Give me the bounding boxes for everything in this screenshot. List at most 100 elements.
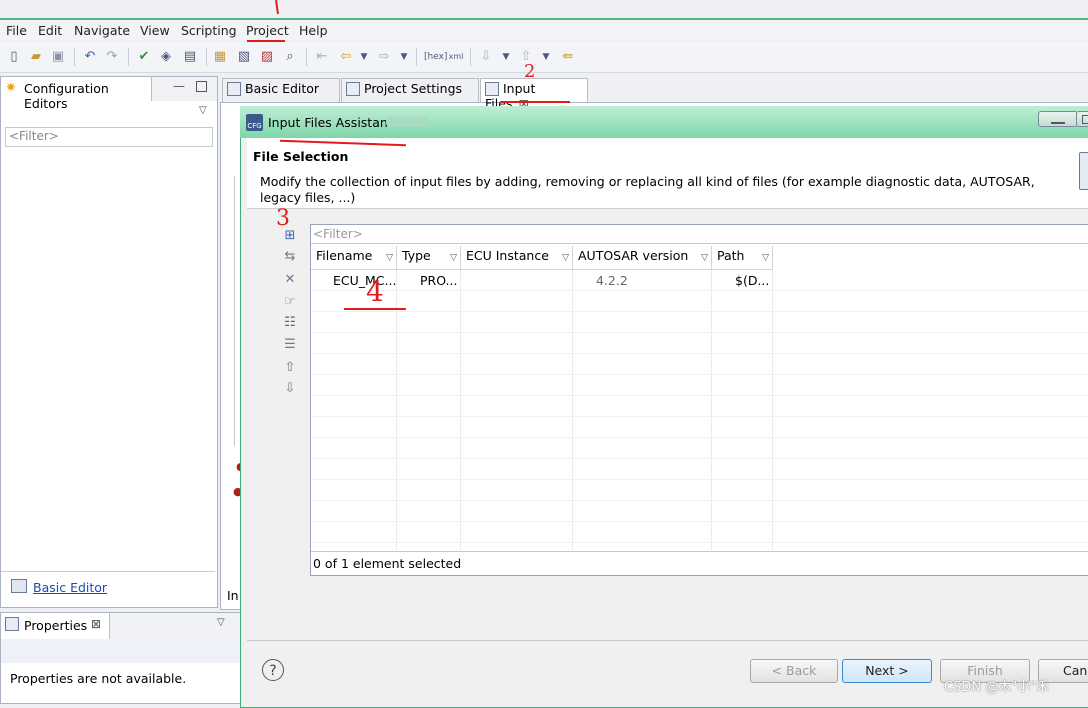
dialog-title-bar: CFG Input Files Assistant	[240, 106, 1088, 138]
move-down-icon[interactable]: ⇩	[282, 381, 298, 397]
uncheck-list-icon[interactable]: ☰	[282, 337, 298, 353]
xml-icon[interactable]: xml	[448, 49, 464, 65]
properties-message: Properties are not available.	[10, 671, 187, 686]
menu-help[interactable]: Help	[299, 23, 328, 38]
import-icon[interactable]: ⇩	[478, 49, 494, 65]
close-icon[interactable]: ⊠	[91, 617, 101, 631]
back-nav-icon[interactable]: ⇤	[314, 49, 330, 65]
next-button[interactable]: Next >	[842, 659, 932, 683]
filter-icon[interactable]: ▽	[450, 248, 457, 268]
back-button[interactable]: < Back	[750, 659, 838, 683]
back-icon[interactable]: ⇦	[338, 49, 354, 65]
tab-basic-editor[interactable]: Basic Editor	[222, 78, 340, 102]
table-row	[311, 480, 1088, 501]
undo-icon[interactable]: ↶	[82, 49, 98, 65]
table-row	[311, 417, 1088, 438]
blurred-text	[386, 117, 428, 127]
editor-icon[interactable]: ▨	[259, 49, 275, 65]
panel-title: Configuration Editors	[24, 81, 109, 111]
properties-tab[interactable]: Properties ⊠	[1, 613, 110, 639]
table-row	[311, 396, 1088, 417]
link-icon[interactable]: ⇚	[560, 49, 576, 65]
main-toolbar: ▯ ▰ ▣ ↶ ↷ ✔ ◈ ▤ ▦ ▧ ▨ ⌕ ⇤ ⇦ ▼ ⇨ ▼ [hex] …	[0, 42, 1088, 73]
annotation-underline	[344, 308, 406, 310]
forward-dropdown-icon[interactable]: ▼	[396, 49, 412, 65]
check-list-icon[interactable]: ☷	[282, 315, 298, 331]
remove-file-icon[interactable]: ✕	[282, 272, 298, 288]
menu-project[interactable]: Project	[246, 23, 289, 38]
filter-icon[interactable]: ▽	[701, 248, 708, 268]
table-row	[311, 375, 1088, 396]
column-header-type[interactable]: Type ▽	[397, 246, 461, 270]
section-title: File Selection	[253, 149, 349, 164]
search-icon[interactable]: ⌕	[282, 49, 298, 65]
filter-icon[interactable]: ▽	[762, 248, 769, 268]
view-menu-icon[interactable]: ▽	[199, 105, 207, 116]
properties-panel: Properties ⊠ ▽ Properties are not availa…	[0, 612, 242, 704]
back-dropdown-icon[interactable]: ▼	[356, 49, 372, 65]
menu-scripting[interactable]: Scripting	[181, 23, 237, 38]
input-files-icon[interactable]: ▧	[236, 49, 252, 65]
validate-icon[interactable]: ✔	[136, 49, 152, 65]
project-icon[interactable]: ▦	[212, 49, 228, 65]
configuration-editors-panel: ✷ Configuration Editors — ▽ <Filter> Bas…	[0, 76, 218, 608]
open-icon[interactable]: ▰	[28, 49, 44, 65]
panel-header: ✷ Configuration Editors —	[1, 77, 217, 111]
move-up-icon[interactable]: ⇧	[282, 360, 298, 376]
basic-editor-icon	[11, 579, 27, 593]
save-icon[interactable]: ▣	[50, 49, 66, 65]
annotation-underline	[502, 101, 570, 103]
maximize-button[interactable]	[1076, 111, 1088, 127]
table-row	[311, 333, 1088, 354]
redo-icon[interactable]: ↷	[104, 49, 120, 65]
tab-project-settings[interactable]: Project Settings	[341, 78, 479, 102]
table-row	[311, 291, 1088, 312]
view-menu-icon[interactable]: ▽	[217, 617, 225, 628]
basic-editor-icon	[227, 82, 241, 96]
import-dropdown-icon[interactable]: ▼	[498, 49, 514, 65]
edit-file-icon[interactable]: ☞	[282, 294, 298, 310]
annotation-underline	[247, 40, 285, 42]
forward-icon[interactable]: ⇨	[376, 49, 392, 65]
table-row	[311, 354, 1088, 375]
input-files-icon	[485, 82, 499, 96]
maximize-icon[interactable]	[196, 81, 207, 92]
annotation-number: 3	[276, 206, 290, 231]
hex-icon[interactable]: [hex]	[424, 49, 447, 65]
configuration-editors-tab[interactable]: ✷ Configuration Editors	[1, 77, 152, 111]
new-icon[interactable]: ▯	[6, 49, 22, 65]
cell-type: PRO...	[420, 273, 458, 288]
menu-view[interactable]: View	[140, 23, 170, 38]
basic-editor-link[interactable]: Basic Editor	[33, 580, 107, 595]
column-header-filename[interactable]: Filename ▽	[311, 246, 397, 270]
filter-input[interactable]: <Filter>	[5, 127, 213, 147]
column-header-ecu-instance[interactable]: ECU Instance ▽	[461, 246, 573, 270]
properties-title: Properties	[24, 618, 88, 633]
cell-filename: ECU_MC...	[333, 273, 397, 288]
table-row	[311, 312, 1088, 333]
column-header-path[interactable]: Path ▽	[712, 246, 773, 270]
filter-icon[interactable]: ▽	[386, 248, 393, 268]
partial-text: In	[227, 588, 239, 603]
replace-file-icon[interactable]: ⇆	[282, 249, 298, 265]
help-icon[interactable]: ?	[262, 659, 284, 681]
minimize-button[interactable]	[1038, 111, 1078, 127]
menu-navigate[interactable]: Navigate	[74, 23, 130, 38]
dialog-header: File Selection Modify the collection of …	[247, 138, 1088, 209]
menu-file[interactable]: File	[6, 23, 27, 38]
filter-icon[interactable]: ▽	[562, 248, 569, 268]
cell-autosar-version: 4.2.2	[596, 273, 628, 288]
minimize-icon[interactable]: —	[173, 79, 185, 93]
section-description: Modify the collection of input files by …	[260, 174, 1035, 205]
menu-edit[interactable]: Edit	[38, 23, 62, 38]
table-row	[311, 501, 1088, 522]
selection-status: 0 of 1 element selected	[313, 556, 462, 571]
column-header-autosar-version[interactable]: AUTOSAR version ▽	[573, 246, 712, 270]
cell-path: $(D...	[735, 273, 770, 288]
settings-icon[interactable]: ▤	[182, 49, 198, 65]
table-filter-input[interactable]: <Filter>	[311, 225, 1088, 244]
export-dropdown-icon[interactable]: ▼	[538, 49, 554, 65]
table-row[interactable]: ECU_MC... PRO... 4.2.2 $(D...	[311, 270, 1088, 291]
generate-icon[interactable]: ◈	[158, 49, 174, 65]
project-settings-icon	[346, 82, 360, 96]
